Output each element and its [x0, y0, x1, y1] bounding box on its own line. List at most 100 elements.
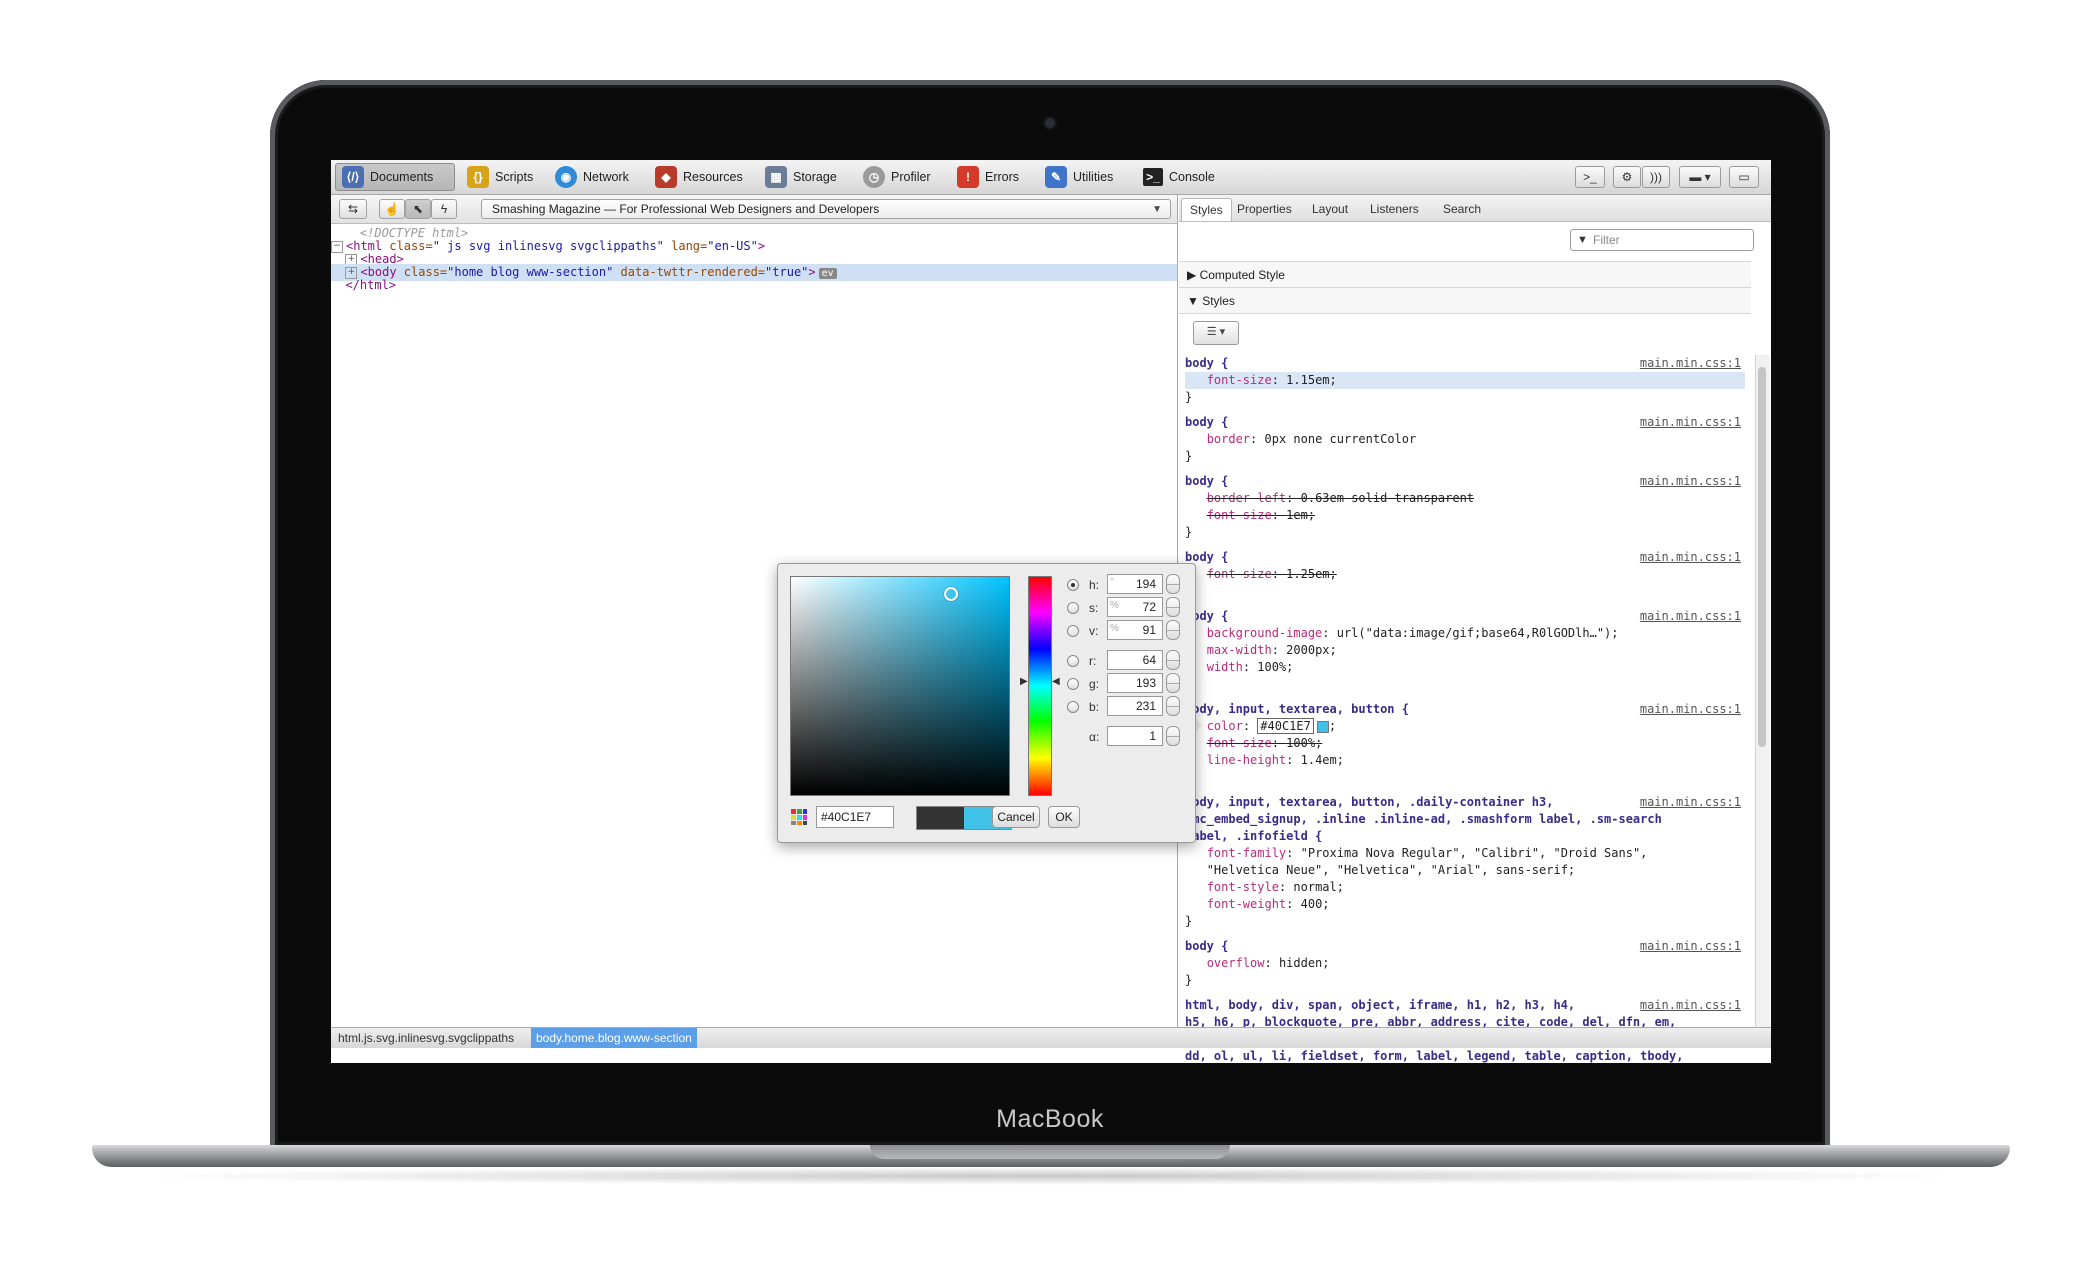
input-a[interactable]: 1 [1107, 726, 1163, 746]
old-color-swatch[interactable] [917, 807, 964, 829]
rule-source-link[interactable]: main.min.css:1 [1640, 701, 1741, 718]
rule-property[interactable]: font-size: 1.15em; [1185, 372, 1745, 389]
rule-property[interactable]: font-style: normal; [1185, 879, 1745, 896]
panel-toggle-button[interactable]: ▭ [1729, 166, 1759, 188]
toolbar-scripts[interactable]: {} Scripts [461, 163, 543, 191]
tab-properties[interactable]: Properties [1229, 198, 1300, 221]
toolbar-utilities[interactable]: ✎ Utilities [1039, 163, 1127, 191]
layout-menu-button[interactable]: ▬ ▾ [1679, 166, 1721, 188]
rule-continuation[interactable]: "Helvetica Neue", "Helvetica", "Arial", … [1185, 862, 1745, 879]
console-toggle-button[interactable]: >_ [1575, 166, 1605, 188]
toolbar-resources[interactable]: ◆ Resources [649, 163, 753, 191]
styles-section[interactable]: ▼ Styles [1179, 287, 1751, 314]
rule-property[interactable]: font-size: 1em; [1185, 507, 1745, 524]
events-button[interactable]: ϟ [431, 199, 457, 219]
toolbar-errors[interactable]: ! Errors [951, 163, 1031, 191]
stepper-v[interactable] [1166, 620, 1180, 640]
rule-source-link[interactable]: main.min.css:1 [1640, 608, 1741, 625]
rule-source-link[interactable]: main.min.css:1 [1640, 414, 1741, 431]
color-picker: ▶ ◀ h: 194 ° s: 72 % v: 91 % r: 64 g: 19… [777, 563, 1196, 843]
rule-selector[interactable]: body, input, textarea, button {main.min.… [1185, 701, 1745, 718]
swatches-icon[interactable] [790, 808, 808, 826]
stepper-g[interactable] [1166, 673, 1180, 693]
toolbar-documents[interactable]: ⟨/⟩ Documents [335, 163, 455, 191]
color-swatch-icon[interactable] [1316, 720, 1329, 733]
rule-selector[interactable]: body, input, textarea, button, .daily-co… [1185, 794, 1745, 811]
stepper-r[interactable] [1166, 650, 1180, 670]
hue-slider[interactable] [1028, 576, 1052, 796]
radio-v[interactable] [1067, 625, 1079, 637]
input-b[interactable]: 231 [1107, 696, 1163, 716]
tab-styles[interactable]: Styles [1181, 198, 1232, 221]
rule-selector[interactable]: #mc_embed_signup, .inline .inline-ad, .s… [1185, 811, 1745, 828]
dock-button[interactable]: ))) [1642, 166, 1670, 188]
rule-source-link[interactable]: main.min.css:1 [1640, 938, 1741, 955]
rule-selector[interactable]: body {main.min.css:1 [1185, 355, 1745, 372]
rule-property[interactable]: border: 0px none currentColor [1185, 431, 1745, 448]
rule-source-link[interactable]: main.min.css:1 [1640, 473, 1741, 490]
breadcrumb-item-html[interactable]: html.js.svg.inlinesvg.svgclippaths [333, 1028, 519, 1048]
rule-selector[interactable]: body {main.min.css:1 [1185, 414, 1745, 431]
cancel-button[interactable]: Cancel [992, 806, 1040, 828]
rule-property[interactable]: font-size: 1.25em; [1185, 566, 1745, 583]
ok-button[interactable]: OK [1048, 806, 1080, 828]
toolbar-storage[interactable]: ▦ Storage [759, 163, 849, 191]
toolbar-profiler[interactable]: ◷ Profiler [857, 163, 943, 191]
rule-property[interactable]: width: 100%; [1185, 659, 1745, 676]
dom-html-close[interactable]: </html> [331, 277, 1177, 294]
rule-property[interactable]: font-size: 100%; [1185, 735, 1745, 752]
rule-property[interactable]: overflow: hidden; [1185, 955, 1745, 972]
hue-marker-right-icon[interactable]: ▶ [1020, 676, 1028, 687]
hue-marker-left-icon[interactable]: ◀ [1052, 676, 1060, 687]
rule-selector[interactable]: label, .infofield { [1185, 828, 1745, 845]
breadcrumb-item-body[interactable]: body.home.blog.www-section [531, 1028, 697, 1048]
page-select[interactable]: Smashing Magazine — For Professional Web… [481, 199, 1171, 219]
radio-r[interactable] [1067, 655, 1079, 667]
tree-toggle-button[interactable]: ⇆ [339, 199, 367, 219]
rule-source-link[interactable]: main.min.css:1 [1640, 355, 1741, 372]
radio-h[interactable] [1067, 579, 1079, 591]
rule-property[interactable]: max-width: 2000px; [1185, 642, 1745, 659]
hex-input[interactable]: #40C1E7 [816, 806, 894, 828]
radio-g[interactable] [1067, 678, 1079, 690]
filter-input[interactable]: Filter [1570, 229, 1754, 251]
radio-b[interactable] [1067, 701, 1079, 713]
radio-s[interactable] [1067, 602, 1079, 614]
rule-selector[interactable]: body {main.min.css:1 [1185, 608, 1745, 625]
rule-selector[interactable]: html, body, div, span, object, iframe, h… [1185, 997, 1745, 1014]
computed-style-section[interactable]: ▶ Computed Style [1179, 261, 1751, 288]
styles-options-button[interactable]: ☰ ▾ [1193, 321, 1239, 345]
stepper-b[interactable] [1166, 696, 1180, 716]
stepper-a[interactable] [1166, 726, 1180, 746]
rule-source-link[interactable]: main.min.css:1 [1640, 549, 1741, 566]
rule-property[interactable]: line-height: 1.4em; [1185, 752, 1745, 769]
input-g[interactable]: 193 [1107, 673, 1163, 693]
rule-selector[interactable]: body {main.min.css:1 [1185, 938, 1745, 955]
tab-search[interactable]: Search [1435, 198, 1489, 221]
toolbar-network[interactable]: ◉ Network [549, 163, 643, 191]
saturation-value-area[interactable] [790, 576, 1010, 796]
inspect-button[interactable]: ☝ [379, 199, 405, 219]
toolbar-console[interactable]: >_ Console [1137, 163, 1225, 191]
rule-property[interactable]: background-image: url("data:image/gif;ba… [1185, 625, 1745, 642]
rule-source-link[interactable]: main.min.css:1 [1640, 794, 1741, 811]
rule-selector[interactable]: body {main.min.css:1 [1185, 549, 1745, 566]
laptop-notch [870, 1145, 1230, 1159]
rule-property[interactable]: border-left: 0.63em solid transparent [1185, 490, 1745, 507]
styles-scrollbar-thumb[interactable] [1758, 367, 1766, 747]
input-r[interactable]: 64 [1107, 650, 1163, 670]
rule-property[interactable]: color: #40C1E7; [1185, 718, 1745, 735]
rule-source-link[interactable]: main.min.css:1 [1640, 997, 1741, 1014]
rule-property[interactable]: font-weight: 400; [1185, 896, 1745, 913]
rule-selector[interactable]: dd, ol, ul, li, fieldset, form, label, l… [1185, 1048, 1745, 1063]
settings-button[interactable]: ⚙ [1613, 166, 1641, 188]
tab-layout[interactable]: Layout [1304, 198, 1356, 221]
stepper-h[interactable] [1166, 574, 1180, 594]
select-element-button[interactable]: ⬉ [405, 199, 431, 219]
rule-selector[interactable]: body {main.min.css:1 [1185, 473, 1745, 490]
rule-property[interactable]: font-family: "Proxima Nova Regular", "Ca… [1185, 845, 1745, 862]
color-cursor[interactable] [944, 587, 958, 601]
tab-listeners[interactable]: Listeners [1362, 198, 1427, 221]
stepper-s[interactable] [1166, 597, 1180, 617]
input-h[interactable]: 194 [1107, 574, 1163, 594]
